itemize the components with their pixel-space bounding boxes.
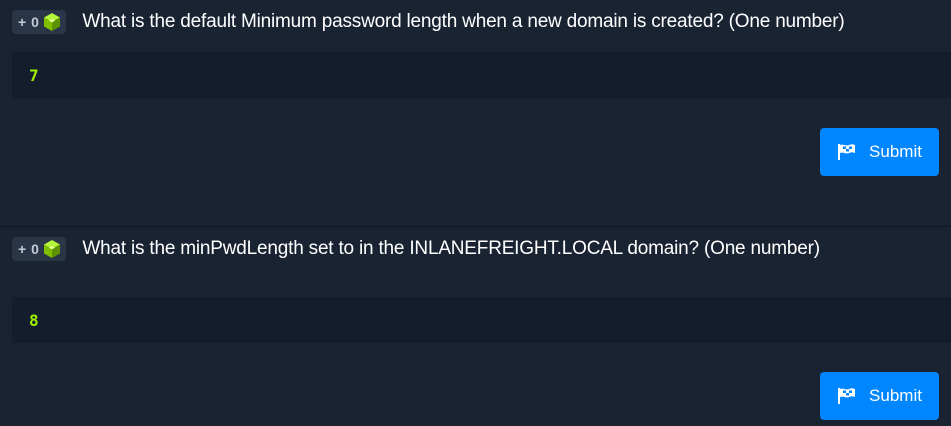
submit-button[interactable]: Submit (820, 128, 939, 176)
cube-icon (44, 13, 61, 31)
points-value: + 0 (18, 241, 40, 257)
submit-label: Submit (869, 142, 922, 161)
question-header: + 0 What is the default Minimum password… (12, 9, 845, 35)
answer-value: 7 (29, 65, 39, 85)
question-header: + 0 What is the minPwdLength set to in t… (12, 236, 820, 262)
question-card: + 0 What is the minPwdLength set to in t… (0, 227, 951, 426)
submit-label: Submit (869, 386, 922, 405)
points-badge: + 0 (12, 237, 67, 261)
points-badge: + 0 (12, 10, 67, 34)
question-card: + 0 What is the default Minimum password… (0, 0, 951, 226)
answer-field[interactable]: 8 (12, 297, 951, 343)
answer-field[interactable]: 7 (12, 52, 951, 98)
points-value: + 0 (18, 14, 40, 30)
answer-value: 8 (29, 310, 39, 330)
cube-icon (44, 240, 61, 258)
submit-button[interactable]: Submit (820, 372, 939, 420)
flag-icon (838, 144, 856, 160)
flag-icon (838, 388, 856, 404)
question-text: What is the minPwdLength set to in the I… (82, 238, 820, 259)
question-text: What is the default Minimum password len… (82, 11, 845, 32)
